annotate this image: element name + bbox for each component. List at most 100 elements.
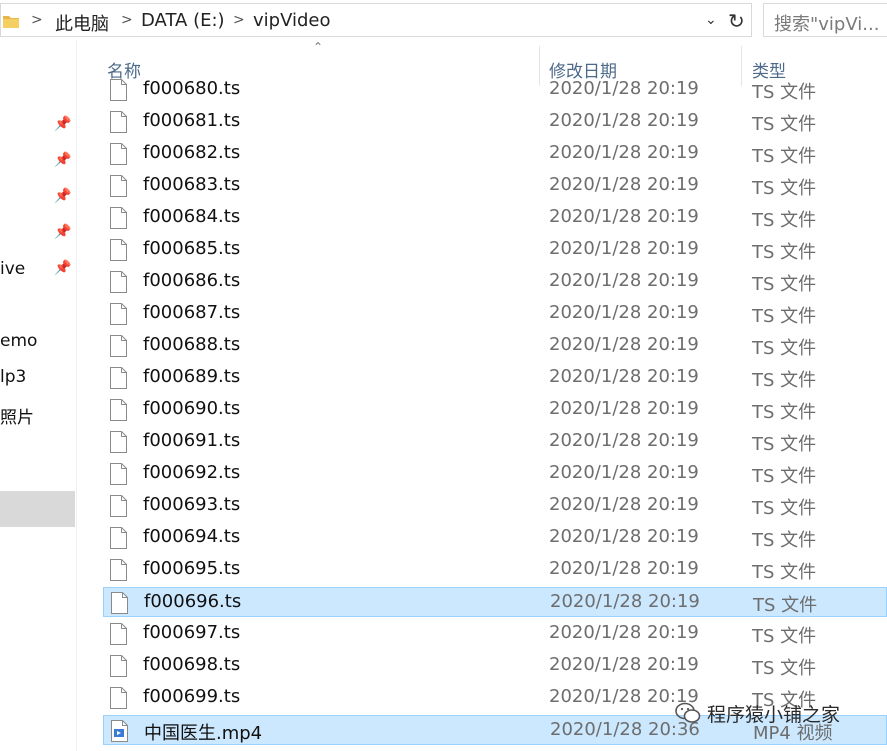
file-icon: [110, 143, 127, 165]
breadcrumb-data-drive[interactable]: DATA (E:): [141, 10, 225, 31]
file-name: f000698.ts: [143, 654, 241, 675]
file-type: TS 文件: [752, 114, 817, 135]
file-date: 2020/1/28 20:19: [549, 622, 699, 643]
file-row[interactable]: f000698.ts 2020/1/28 20:19 TS 文件: [103, 651, 887, 681]
chevron-right-icon[interactable]: >: [233, 12, 245, 28]
file-row[interactable]: f000695.ts 2020/1/28 20:19 TS 文件: [103, 555, 887, 585]
address-bar[interactable]: > 此电脑 > DATA (E:) > vipVideo ⌄ ↻: [0, 3, 752, 37]
pin-icon[interactable]: 📌: [54, 152, 71, 168]
file-icon: [110, 399, 127, 421]
file-name: f000693.ts: [143, 494, 241, 515]
file-row[interactable]: f000685.ts 2020/1/28 20:19 TS 文件: [103, 235, 887, 265]
file-icon: [110, 271, 127, 293]
file-name: f000685.ts: [143, 238, 241, 259]
breadcrumb-this-pc[interactable]: 此电脑: [55, 10, 109, 36]
file-icon: [110, 655, 127, 677]
file-type: TS 文件: [752, 338, 817, 359]
file-row[interactable]: f000693.ts 2020/1/28 20:19 TS 文件: [103, 491, 887, 521]
file-name: f000691.ts: [143, 430, 241, 451]
pin-icon[interactable]: 📌: [54, 224, 71, 240]
nav-item-label[interactable]: 照片: [0, 403, 34, 428]
file-type: TS 文件: [752, 306, 817, 327]
file-name: f000695.ts: [143, 558, 241, 579]
file-row[interactable]: f000688.ts 2020/1/28 20:19 TS 文件: [103, 331, 887, 361]
file-row[interactable]: f000687.ts 2020/1/28 20:19 TS 文件: [103, 299, 887, 329]
file-date: 2020/1/28 20:19: [549, 334, 699, 355]
file-date: 2020/1/28 20:19: [549, 430, 699, 451]
file-type: TS 文件: [752, 178, 817, 199]
file-name: f000689.ts: [143, 366, 241, 387]
pin-icon[interactable]: 📌: [54, 116, 71, 132]
file-type: TS 文件: [752, 434, 817, 455]
file-name: f000697.ts: [143, 622, 241, 643]
pin-icon[interactable]: 📌: [54, 260, 71, 276]
file-row[interactable]: f000697.ts 2020/1/28 20:19 TS 文件: [103, 619, 887, 649]
nav-item-label[interactable]: emo: [0, 331, 37, 351]
file-row[interactable]: f000690.ts 2020/1/28 20:19 TS 文件: [103, 395, 887, 425]
file-row[interactable]: f000681.ts 2020/1/28 20:19 TS 文件: [103, 107, 887, 137]
file-row[interactable]: f000689.ts 2020/1/28 20:19 TS 文件: [103, 363, 887, 393]
file-type: TS 文件: [753, 595, 818, 616]
file-name: 中国医生.mp4: [144, 723, 263, 744]
chevron-right-icon[interactable]: >: [121, 12, 133, 28]
file-row[interactable]: f000691.ts 2020/1/28 20:19 TS 文件: [103, 427, 887, 457]
file-row[interactable]: f000694.ts 2020/1/28 20:19 TS 文件: [103, 523, 887, 553]
refresh-icon[interactable]: ↻: [728, 9, 745, 33]
file-date: 2020/1/28 20:19: [549, 654, 699, 675]
file-date: 2020/1/28 20:19: [549, 302, 699, 323]
video-file-icon: [111, 720, 128, 742]
search-placeholder: 搜索"vipVi...: [774, 14, 880, 35]
file-type: TS 文件: [752, 498, 817, 519]
file-icon: [110, 207, 127, 229]
file-name: f000683.ts: [143, 174, 241, 195]
file-name: f000688.ts: [143, 334, 241, 355]
file-icon: [110, 495, 127, 517]
pin-icon[interactable]: 📌: [54, 188, 71, 204]
file-name: f000684.ts: [143, 206, 241, 227]
nav-item-label[interactable]: lp3: [0, 367, 26, 387]
breadcrumb-vipvideo[interactable]: vipVideo: [253, 10, 331, 31]
address-row: > 此电脑 > DATA (E:) > vipVideo ⌄ ↻ 搜索"vipV…: [0, 0, 887, 40]
search-input[interactable]: 搜索"vipVi...: [763, 3, 887, 37]
file-row[interactable]: f000684.ts 2020/1/28 20:19 TS 文件: [103, 203, 887, 233]
file-date: 2020/1/28 20:19: [549, 526, 699, 547]
file-type: TS 文件: [752, 146, 817, 167]
file-type: TS 文件: [752, 370, 817, 391]
file-type: TS 文件: [752, 402, 817, 423]
nav-item-selected[interactable]: [0, 491, 75, 527]
file-name: f000681.ts: [143, 110, 241, 131]
file-row[interactable]: f000686.ts 2020/1/28 20:19 TS 文件: [103, 267, 887, 297]
file-date: 2020/1/28 20:19: [549, 174, 699, 195]
folder-icon: [3, 16, 19, 28]
file-type: TS 文件: [752, 658, 817, 679]
file-row[interactable]: f000692.ts 2020/1/28 20:19 TS 文件: [103, 459, 887, 489]
watermark: 程序猿小铺之家: [675, 700, 887, 728]
file-name: f000687.ts: [143, 302, 241, 323]
file-date: 2020/1/28 20:19: [549, 238, 699, 259]
file-type: TS 文件: [752, 562, 817, 583]
file-icon: [110, 111, 127, 133]
file-name: f000690.ts: [143, 398, 241, 419]
pane-divider[interactable]: [76, 40, 77, 751]
file-name: f000696.ts: [144, 591, 242, 612]
file-type: TS 文件: [752, 242, 817, 263]
nav-item-label[interactable]: ive: [0, 259, 25, 279]
file-name: f000692.ts: [143, 462, 241, 483]
file-row[interactable]: f000680.ts 2020/1/28 20:19 TS 文件: [103, 75, 887, 105]
file-date: 2020/1/28 20:19: [549, 270, 699, 291]
file-type: TS 文件: [752, 466, 817, 487]
file-date: 2020/1/28 20:19: [549, 398, 699, 419]
file-type: TS 文件: [752, 626, 817, 647]
chevron-right-icon: >: [31, 12, 43, 28]
chevron-down-icon[interactable]: ⌄: [705, 12, 717, 28]
file-row[interactable]: f000683.ts 2020/1/28 20:19 TS 文件: [103, 171, 887, 201]
file-date: 2020/1/28 20:19: [549, 366, 699, 387]
file-date: 2020/1/28 20:19: [550, 591, 700, 612]
file-icon: [110, 367, 127, 389]
file-icon: [110, 79, 127, 101]
file-type: TS 文件: [752, 82, 817, 103]
file-row[interactable]: f000682.ts 2020/1/28 20:19 TS 文件: [103, 139, 887, 169]
file-row[interactable]: f000696.ts 2020/1/28 20:19 TS 文件: [103, 587, 887, 617]
file-icon: [110, 335, 127, 357]
file-name: f000680.ts: [143, 78, 241, 99]
